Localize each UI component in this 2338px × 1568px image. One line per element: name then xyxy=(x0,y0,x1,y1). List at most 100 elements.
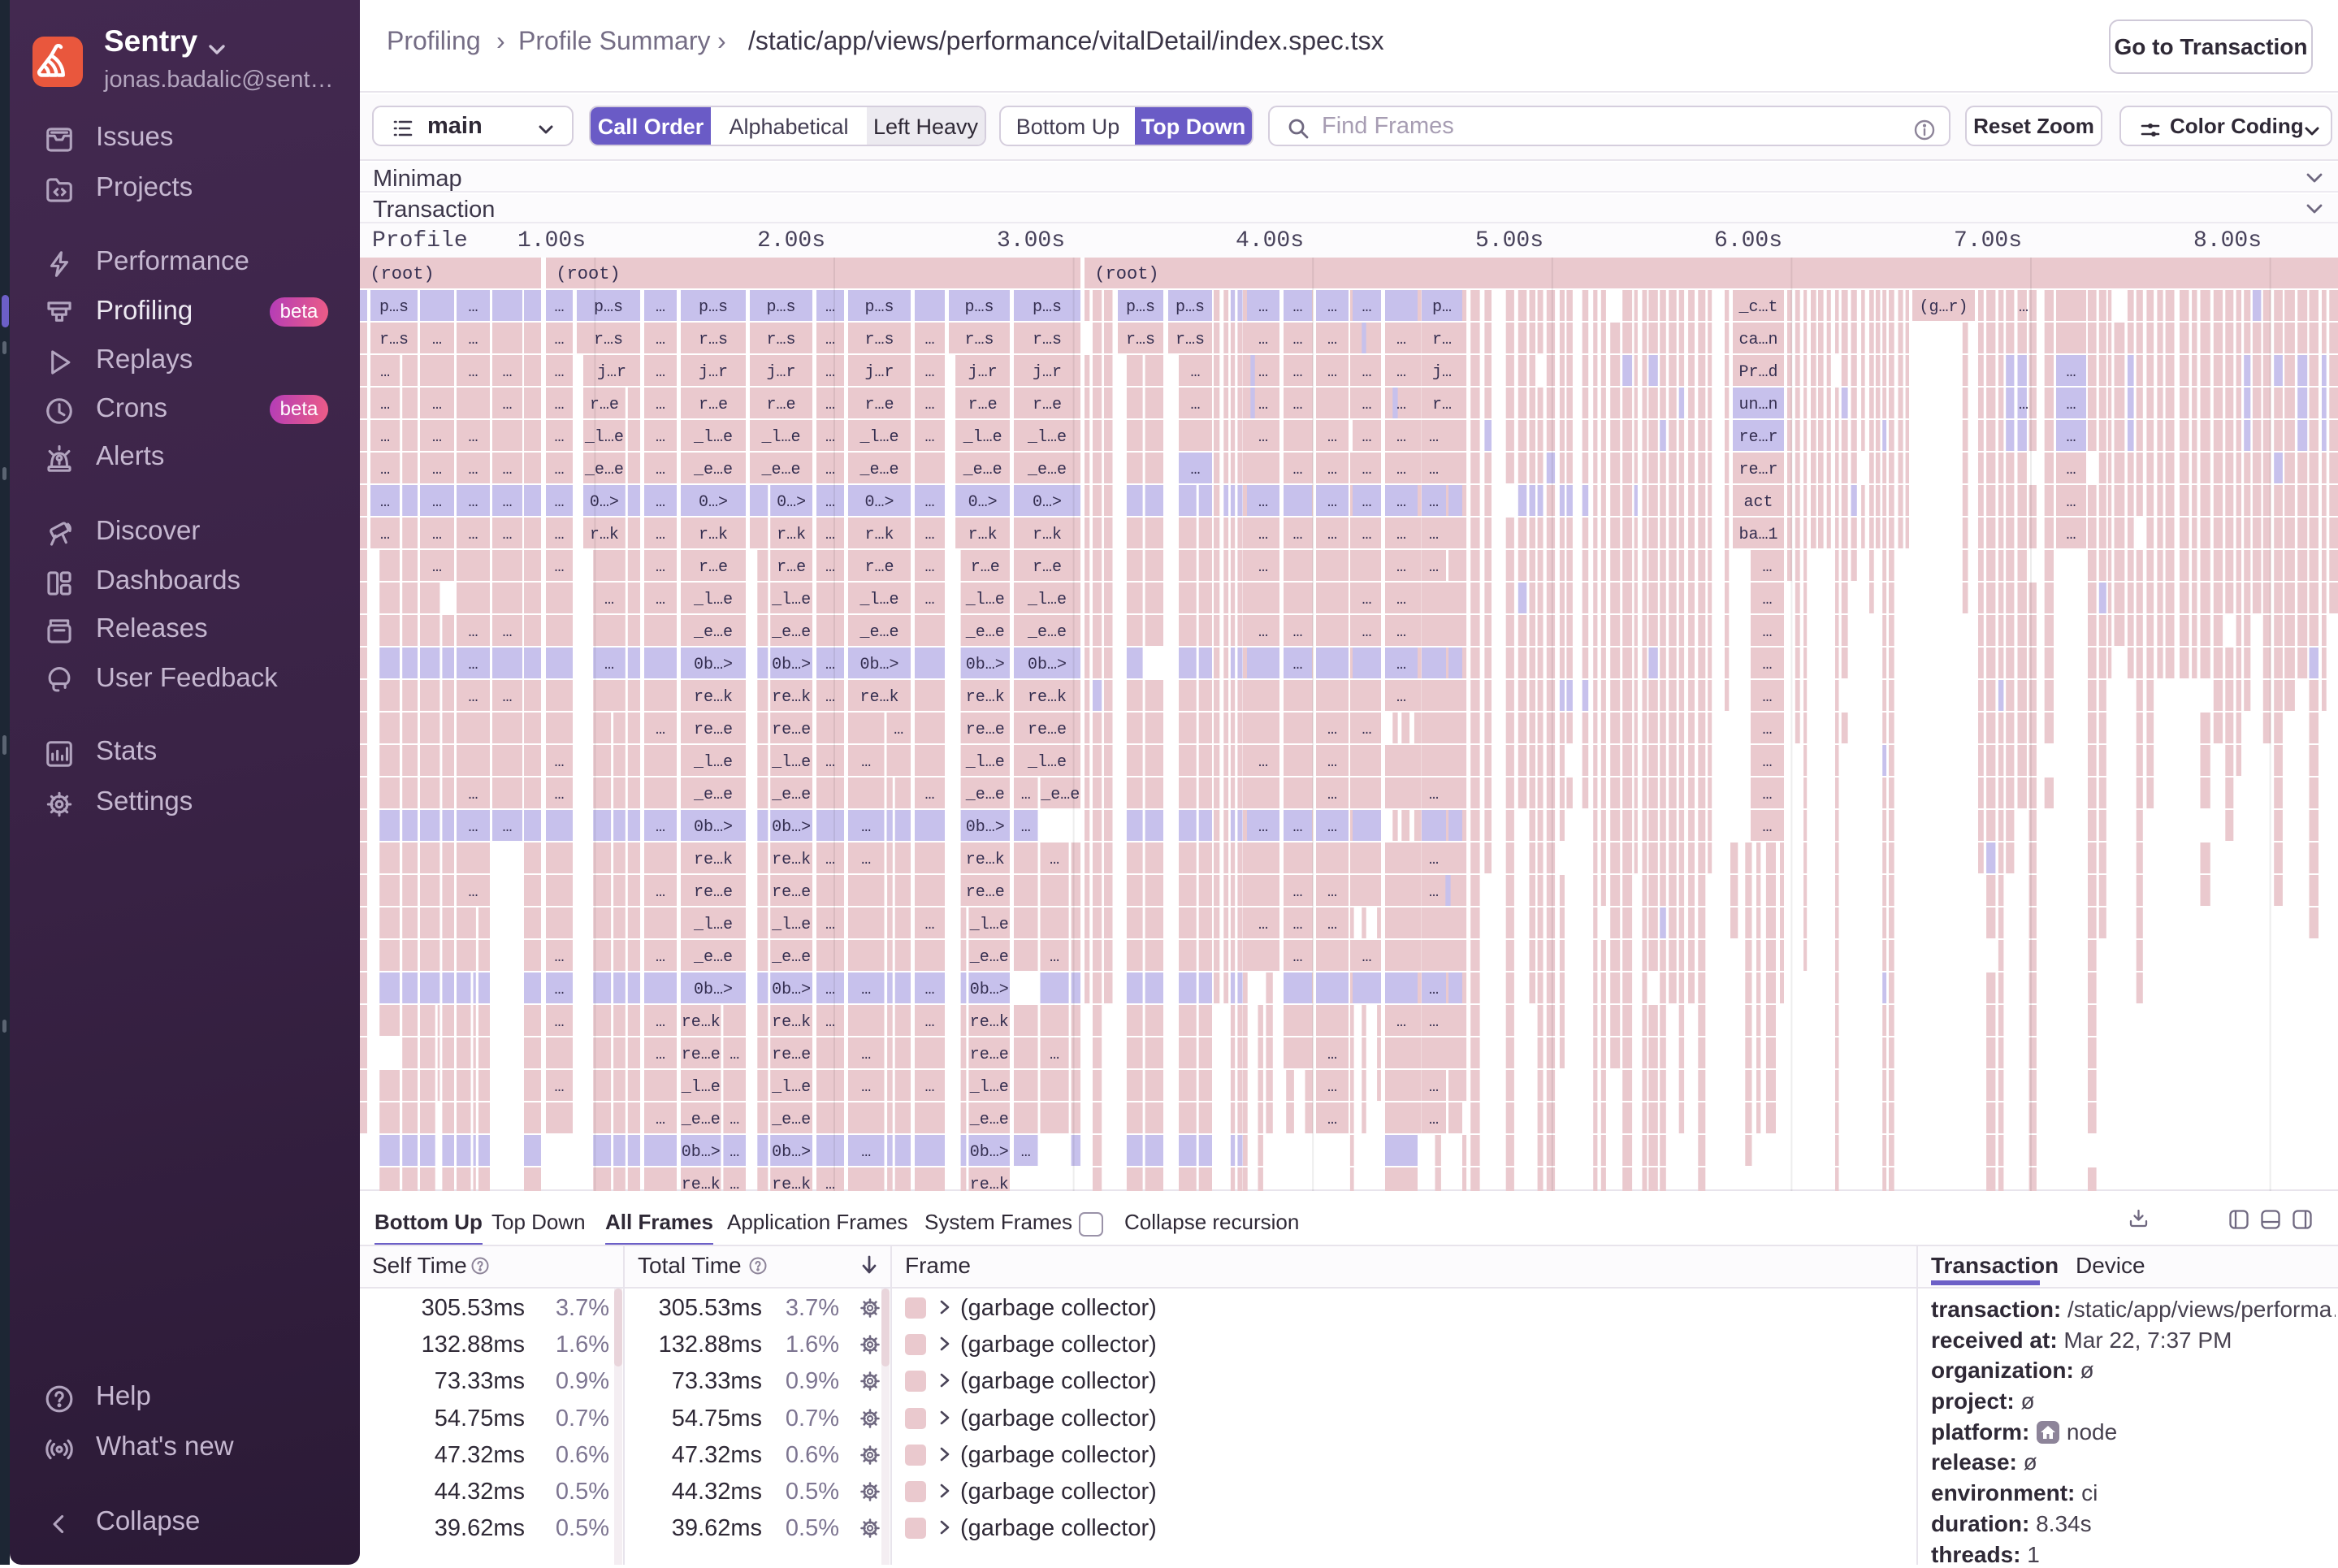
svg-text:_e…e: _e…e xyxy=(693,461,733,479)
svg-text:…: … xyxy=(1362,298,1371,317)
svg-text:…: … xyxy=(1327,721,1337,739)
svg-text:…: … xyxy=(1396,363,1406,382)
svg-text:…: … xyxy=(1762,818,1772,837)
svg-text:…: … xyxy=(380,396,390,414)
svg-text:…: … xyxy=(1762,558,1772,577)
svg-text:…: … xyxy=(1327,786,1337,804)
svg-text:…: … xyxy=(825,461,835,479)
svg-text:0b…>: 0b…> xyxy=(859,656,898,674)
svg-text:…: … xyxy=(656,558,665,577)
svg-text:p…s: p…s xyxy=(766,298,795,317)
svg-text:…: … xyxy=(1327,753,1337,772)
svg-text:…: … xyxy=(1258,493,1268,512)
svg-text:…: … xyxy=(1021,786,1031,804)
svg-text:…: … xyxy=(468,688,478,707)
svg-text:…: … xyxy=(861,851,871,869)
svg-text:un…n: un…n xyxy=(1738,396,1777,414)
svg-text:…: … xyxy=(1429,883,1439,902)
svg-text:…: … xyxy=(1362,526,1371,544)
svg-text:…: … xyxy=(1327,526,1337,544)
svg-text:…: … xyxy=(924,331,934,349)
svg-text:…: … xyxy=(1762,656,1772,674)
svg-text:0b…>: 0b…> xyxy=(772,818,811,837)
svg-text:r…e: r…e xyxy=(777,558,806,577)
svg-text:…: … xyxy=(924,526,934,544)
svg-text:…: … xyxy=(825,688,835,707)
svg-text:_l…e: _l…e xyxy=(965,753,1005,772)
svg-text:…: … xyxy=(1258,298,1268,317)
svg-text:_l…e: _l…e xyxy=(859,428,898,447)
svg-text:_e…e: _e…e xyxy=(771,623,811,642)
svg-text:…: … xyxy=(554,493,564,512)
svg-text:_e…e: _e…e xyxy=(693,786,733,804)
svg-text:_l…e: _l…e xyxy=(969,916,1009,934)
svg-text:_e…e: _e…e xyxy=(965,786,1005,804)
svg-text:re…k: re…k xyxy=(772,1176,811,1191)
svg-text:…: … xyxy=(554,558,564,577)
svg-text:…: … xyxy=(380,493,390,512)
svg-text:re…e: re…e xyxy=(966,883,1005,902)
svg-text:_e…e: _e…e xyxy=(584,461,624,479)
svg-text:…: … xyxy=(1327,883,1337,902)
svg-text:_e…e: _e…e xyxy=(963,461,1002,479)
svg-text:0b…>: 0b…> xyxy=(970,1143,1009,1162)
svg-text:…: … xyxy=(1396,428,1406,447)
svg-text:re…k: re…k xyxy=(694,851,733,869)
svg-text:re…e: re…e xyxy=(694,883,733,902)
svg-text:r…s: r…s xyxy=(1126,331,1155,349)
svg-text:…: … xyxy=(656,428,665,447)
svg-text:…: … xyxy=(1396,461,1406,479)
svg-text:…: … xyxy=(861,1078,871,1097)
svg-text:…: … xyxy=(1292,331,1302,349)
svg-text:r…s: r…s xyxy=(1033,331,1062,349)
svg-text:_l…e: _l…e xyxy=(681,1078,721,1097)
svg-text:…: … xyxy=(468,461,478,479)
svg-text:…: … xyxy=(1190,461,1200,479)
svg-text:_l…e: _l…e xyxy=(771,916,811,934)
svg-text:…: … xyxy=(432,493,442,512)
svg-text:…: … xyxy=(1327,331,1337,349)
svg-text:…: … xyxy=(1429,461,1439,479)
svg-text:…: … xyxy=(656,948,665,967)
svg-text:…: … xyxy=(432,331,442,349)
svg-text:re…k: re…k xyxy=(970,1013,1009,1032)
svg-text:r…e: r…e xyxy=(971,558,1000,577)
svg-text:…: … xyxy=(1429,1078,1439,1097)
svg-text:r…k: r…k xyxy=(777,526,806,544)
svg-text:…: … xyxy=(1258,396,1268,414)
svg-text:…: … xyxy=(924,916,934,934)
svg-text:…: … xyxy=(1762,688,1772,707)
svg-text:…: … xyxy=(894,721,903,739)
svg-text:…: … xyxy=(502,818,512,837)
svg-text:…: … xyxy=(1429,981,1439,999)
svg-text:j…r: j…r xyxy=(699,363,728,382)
svg-text:…: … xyxy=(554,786,564,804)
svg-text:p…s: p…s xyxy=(1126,298,1155,317)
svg-text:…: … xyxy=(432,526,442,544)
svg-text:re…e: re…e xyxy=(772,1046,811,1064)
svg-text:(root): (root) xyxy=(1094,264,1158,284)
svg-text:0…>: 0…> xyxy=(968,493,998,512)
svg-text:…: … xyxy=(2019,298,2028,317)
svg-text:…: … xyxy=(1362,591,1371,609)
svg-text:re…k: re…k xyxy=(772,1013,811,1032)
svg-text:…: … xyxy=(1190,363,1200,382)
svg-text:…: … xyxy=(924,493,934,512)
svg-text:r…k: r…k xyxy=(590,526,619,544)
svg-text:re…e: re…e xyxy=(682,1046,721,1064)
svg-text:…: … xyxy=(656,591,665,609)
svg-text:re…k: re…k xyxy=(970,1176,1009,1191)
svg-text:re…e: re…e xyxy=(772,721,811,739)
svg-text:…: … xyxy=(825,526,835,544)
svg-text:…: … xyxy=(554,298,564,317)
svg-text:…: … xyxy=(825,1013,835,1032)
svg-text:_e…e: _e…e xyxy=(969,1111,1009,1129)
svg-text:…: … xyxy=(1429,493,1439,512)
svg-text:…: … xyxy=(1258,363,1268,382)
svg-text:…: … xyxy=(1396,493,1406,512)
svg-text:…: … xyxy=(1292,948,1302,967)
svg-text:…: … xyxy=(502,526,512,544)
svg-text:_l…e: _l…e xyxy=(965,591,1005,609)
svg-text:_e…e: _e…e xyxy=(969,948,1009,967)
svg-text:j…: j… xyxy=(1432,363,1452,382)
